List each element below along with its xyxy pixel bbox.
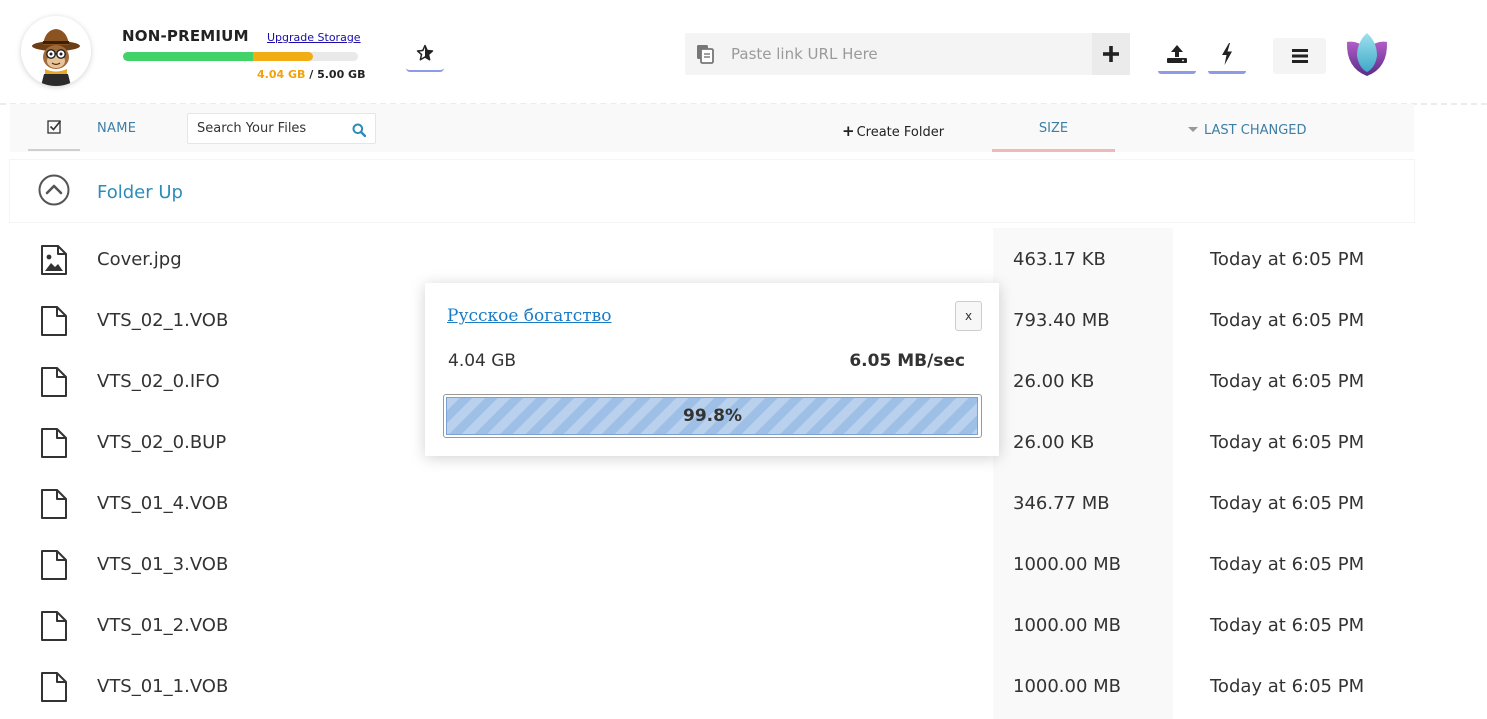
file-last-changed: Today at 6:05 PM (1210, 371, 1365, 392)
file-icon (40, 672, 67, 706)
download-progress-dialog: Русское богатство x 4.04 GB 6.05 MB/sec … (425, 283, 999, 456)
download-speed: 6.05 MB/sec (849, 351, 965, 371)
storage-green-segment (123, 52, 253, 61)
file-size: 793.40 MB (1013, 310, 1110, 331)
file-icon (40, 550, 67, 584)
create-folder-button[interactable]: + Create Folder (842, 122, 944, 140)
file-name: VTS_02_0.BUP (97, 432, 227, 453)
storage-used: 4.04 GB (257, 68, 306, 81)
file-icon (40, 611, 67, 645)
user-avatar[interactable] (21, 16, 91, 86)
sort-by-size[interactable]: SIZE (992, 104, 1115, 152)
download-title-link[interactable]: Русское богатство (447, 306, 611, 326)
storage-separator: / (305, 68, 318, 81)
download-progress-bar: 99.8% (443, 394, 982, 438)
last-changed-label: LAST CHANGED (1204, 123, 1307, 138)
file-size: 1000.00 MB (1013, 615, 1122, 636)
file-size: 1000.00 MB (1013, 554, 1122, 575)
hamburger-menu-icon (1291, 49, 1308, 63)
storage-total: 5.00 GB (317, 68, 366, 81)
file-name: VTS_01_2.VOB (97, 615, 229, 636)
lightning-icon (1222, 42, 1232, 65)
upload-icon (1167, 44, 1187, 63)
brand-logo[interactable] (1344, 30, 1390, 78)
storage-usage-bar (123, 52, 358, 61)
sort-by-last-changed[interactable]: LAST CHANGED (1188, 123, 1307, 138)
file-icon (40, 428, 67, 462)
file-name: VTS_01_4.VOB (97, 493, 229, 514)
file-row[interactable]: VTS_01_2.VOB 1000.00 MB Today at 6:05 PM (10, 595, 1414, 656)
star-icon (416, 44, 434, 61)
file-name: VTS_02_0.IFO (97, 371, 220, 392)
file-icon (40, 306, 67, 340)
file-name: VTS_02_1.VOB (97, 310, 229, 331)
sort-caret-down-icon (1188, 127, 1198, 132)
chevron-up-circle-icon (38, 174, 70, 210)
sort-by-name[interactable]: NAME (97, 121, 136, 136)
create-folder-label: Create Folder (856, 125, 945, 140)
file-row[interactable]: VTS_01_3.VOB 1000.00 MB Today at 6:05 PM (10, 534, 1414, 595)
file-row[interactable]: VTS_01_1.VOB 1000.00 MB Today at 6:05 PM (10, 656, 1414, 717)
file-name: VTS_01_1.VOB (97, 676, 229, 697)
plus-icon (1103, 46, 1119, 62)
url-input[interactable] (731, 33, 1081, 75)
main-menu-button[interactable] (1273, 38, 1326, 74)
file-row[interactable]: Cover.jpg 463.17 KB Today at 6:05 PM (10, 229, 1414, 290)
file-size: 26.00 KB (1013, 432, 1095, 453)
top-header: NON-PREMIUM Upgrade Storage 4.04 GB / 5.… (0, 0, 1487, 104)
file-size: 346.77 MB (1013, 493, 1110, 514)
progress-percent: 99.8% (683, 406, 742, 426)
search-icon[interactable] (352, 122, 367, 141)
file-last-changed: Today at 6:05 PM (1210, 493, 1365, 514)
upgrade-storage-link[interactable]: Upgrade Storage (267, 31, 361, 44)
favorites-button[interactable] (406, 36, 444, 72)
upload-button[interactable] (1158, 36, 1196, 74)
file-search-box (187, 113, 376, 144)
folder-up-row[interactable]: Folder Up (10, 160, 1414, 222)
file-row[interactable]: VTS_01_4.VOB 346.77 MB Today at 6:05 PM (10, 473, 1414, 534)
file-last-changed: Today at 6:05 PM (1210, 310, 1365, 331)
add-url-button[interactable] (1092, 33, 1130, 75)
file-size: 1000.00 MB (1013, 676, 1122, 697)
remote-upload-button[interactable] (1208, 36, 1246, 74)
checkbox-icon (46, 120, 61, 134)
file-name: Cover.jpg (97, 249, 182, 270)
file-last-changed: Today at 6:05 PM (1210, 249, 1365, 270)
file-icon (40, 489, 67, 523)
url-paste-box (685, 33, 1130, 75)
image-file-icon (40, 245, 67, 279)
plus-icon: + (842, 122, 855, 140)
folder-up-label: Folder Up (97, 182, 183, 203)
file-name: VTS_01_3.VOB (97, 554, 229, 575)
file-size: 463.17 KB (1013, 249, 1106, 270)
file-last-changed: Today at 6:05 PM (1210, 615, 1365, 636)
file-icon (40, 367, 67, 401)
plan-name: NON-PREMIUM (122, 27, 249, 45)
download-size: 4.04 GB (448, 351, 517, 371)
file-search-input[interactable] (197, 114, 347, 143)
file-last-changed: Today at 6:05 PM (1210, 554, 1365, 575)
explorer-monkey-avatar-icon (32, 29, 80, 86)
file-size: 26.00 KB (1013, 371, 1095, 392)
select-all-checkbox[interactable] (28, 104, 80, 151)
lotus-logo-icon (1346, 33, 1388, 76)
file-list-toolbar: NAME +Create Folder SIZE LAST CHANGED (10, 104, 1414, 152)
file-last-changed: Today at 6:05 PM (1210, 432, 1365, 453)
close-button[interactable]: x (955, 301, 982, 331)
storage-usage-text: 4.04 GB / 5.00 GB (257, 68, 365, 81)
file-last-changed: Today at 6:05 PM (1210, 676, 1365, 697)
clipboard-icon[interactable] (696, 44, 714, 68)
